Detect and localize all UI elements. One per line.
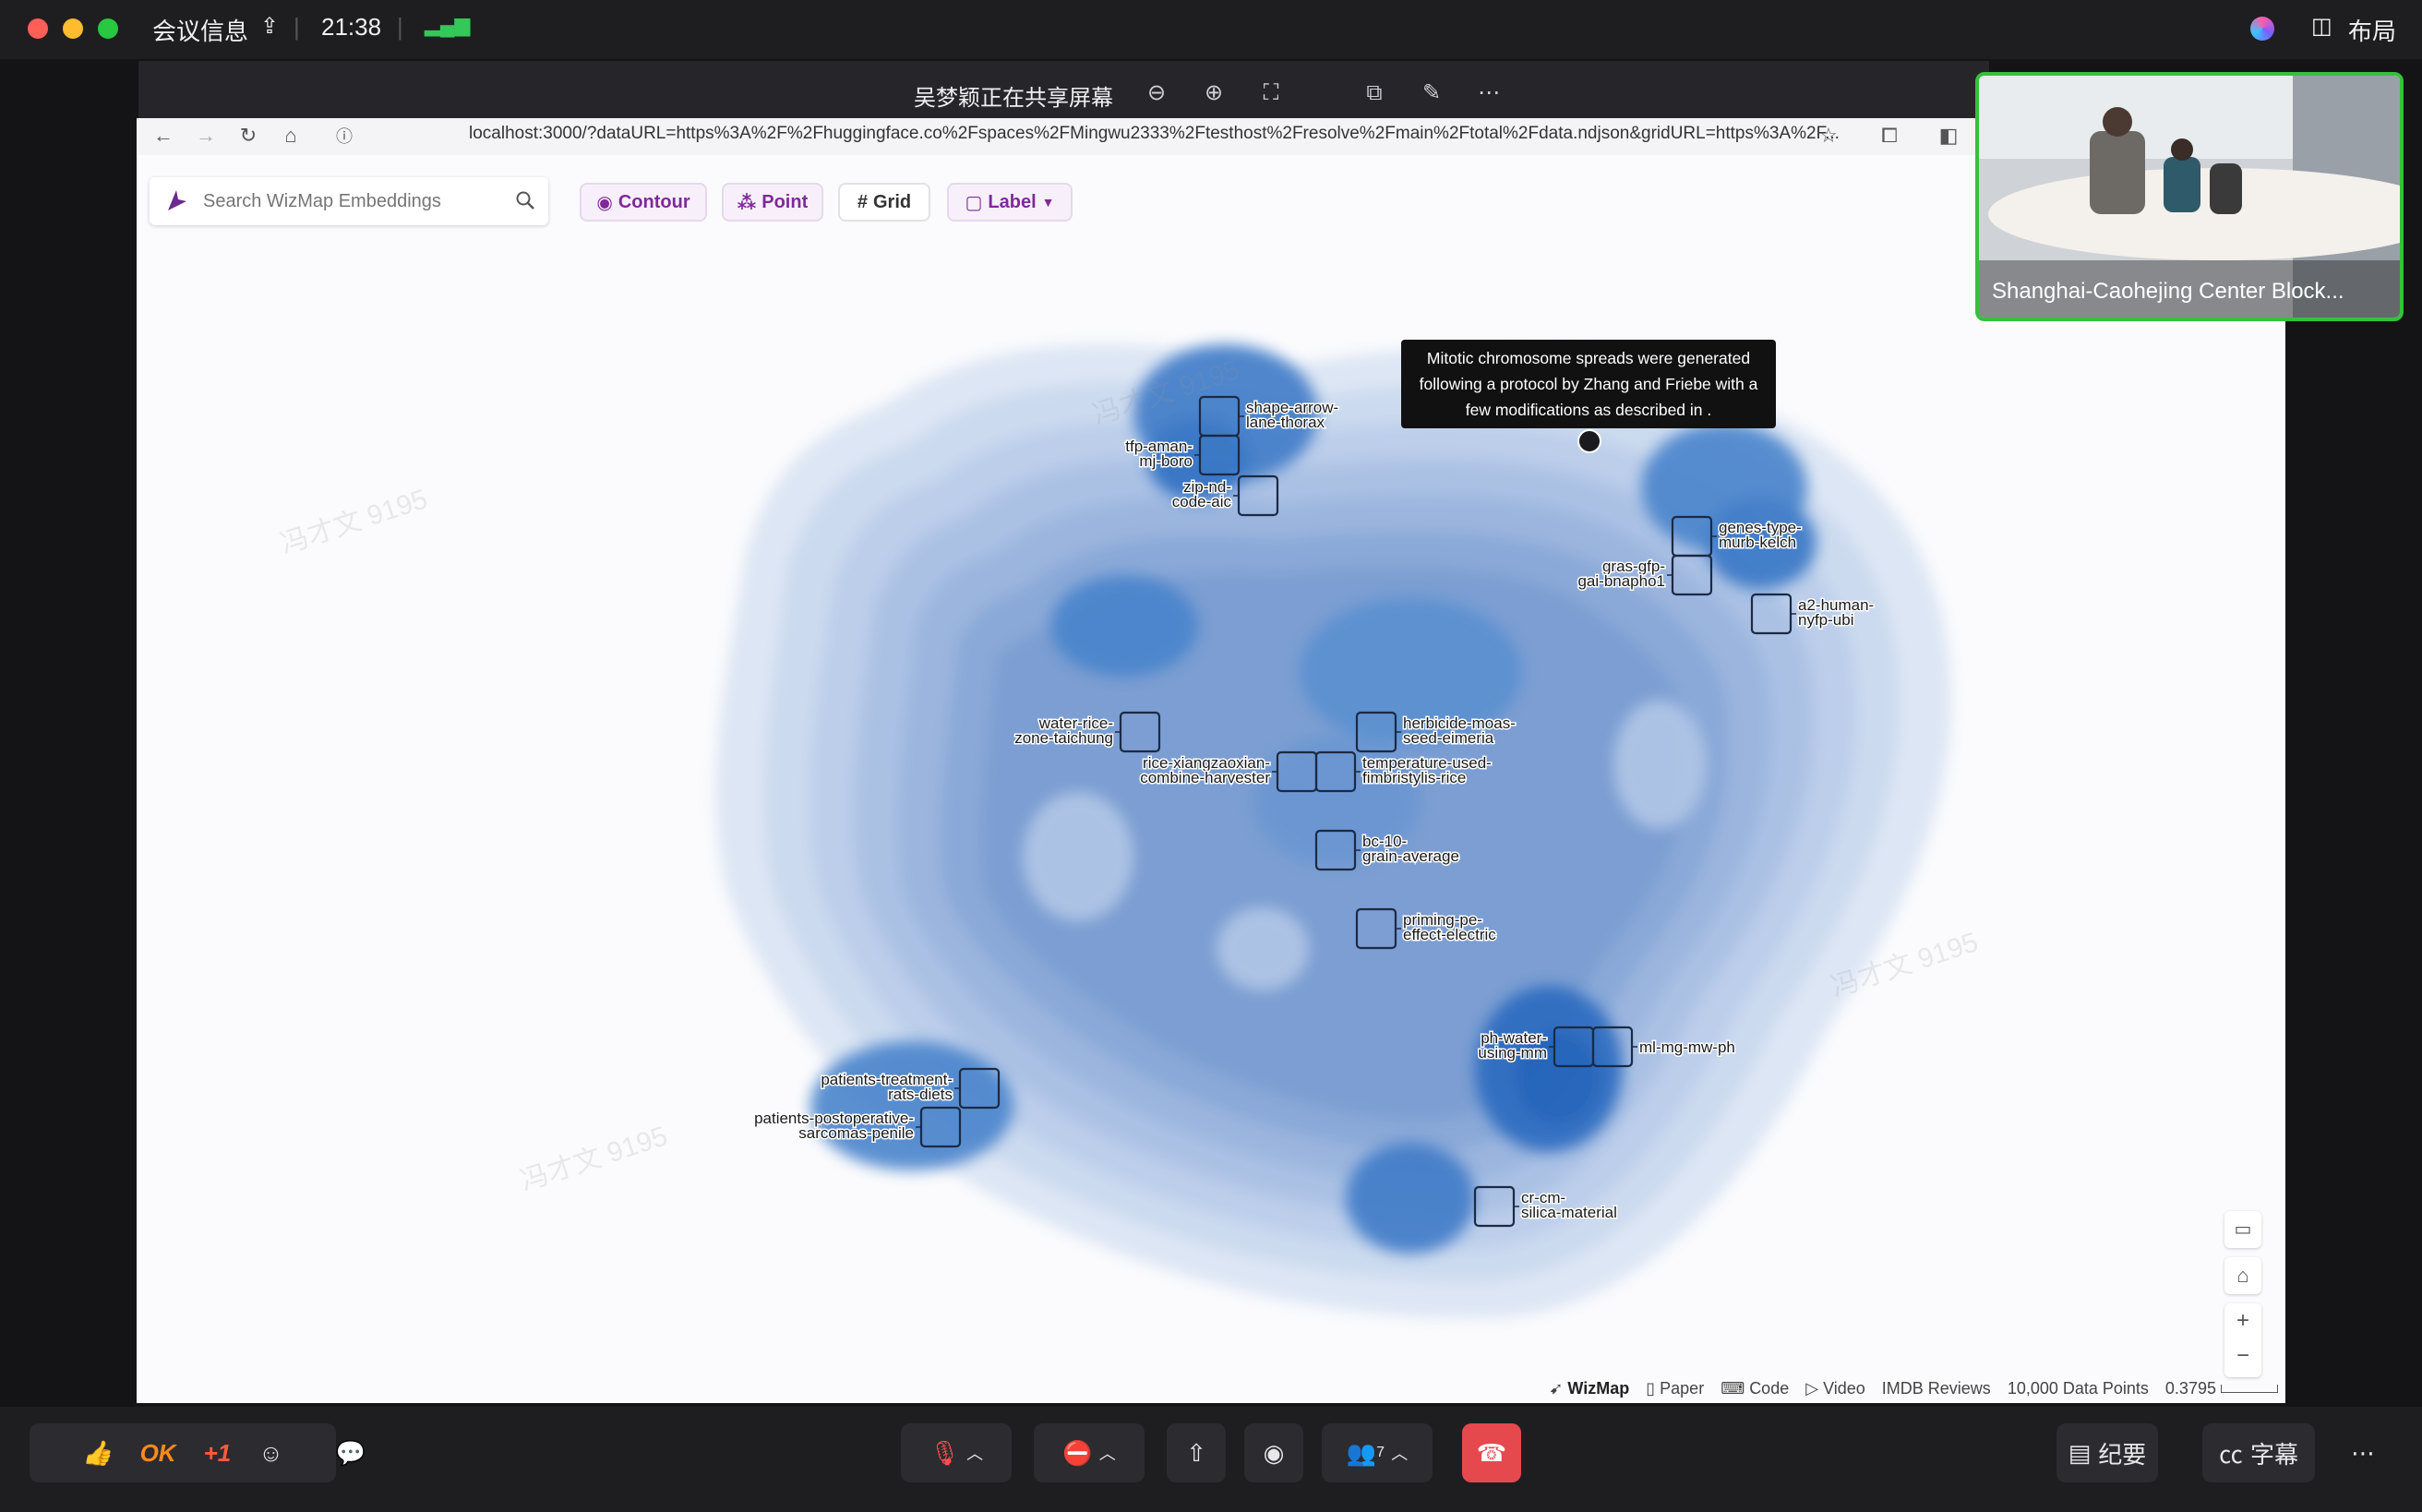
mic-off-icon: 🎙︎ xyxy=(929,1438,960,1467)
more-options-icon[interactable]: ⋯ xyxy=(2333,1423,2392,1482)
contour-icon: ◉ xyxy=(596,192,613,213)
tile-label: patients-postoperative-sarcomas-penile xyxy=(754,1110,914,1142)
bookmark-star-icon[interactable]: ☆ xyxy=(1816,124,1840,148)
dataset-name: IMDB Reviews xyxy=(1881,1378,1991,1398)
captions-icon: ㏄ xyxy=(2218,1440,2243,1469)
search-box[interactable] xyxy=(150,177,548,225)
video-link[interactable]: ▷ Video xyxy=(1805,1379,1865,1398)
url-field[interactable]: localhost:3000/?dataURL=https%3A%2F%2Fhu… xyxy=(469,124,1900,150)
reactions-group: 👍 OK +1 ☺ xyxy=(30,1423,336,1482)
meeting-timer: 21:38 xyxy=(321,13,382,41)
meeting-info-button[interactable]: 会议信息 xyxy=(152,13,248,47)
meeting-control-bar: 👍 OK +1 ☺ 💬 🎙︎ ︿ ⛔ ︿ ⇧ ◉ 👥 7 ︿ ☎ ▤ 纪要 ㏄字幕 … xyxy=(0,1407,2422,1512)
notes-icon: ▤ xyxy=(2068,1438,2092,1467)
hovered-point[interactable] xyxy=(1577,429,1601,453)
zoom-out-button[interactable]: − xyxy=(2224,1338,2261,1374)
chevron-up-icon[interactable]: ︿ xyxy=(966,1441,983,1465)
home-icon[interactable]: ⌂ xyxy=(279,124,303,148)
captions-button[interactable]: ㏄字幕 xyxy=(2202,1423,2315,1482)
chevron-down-icon: ▼ xyxy=(1041,195,1055,210)
chat-icon[interactable]: 💬 xyxy=(316,1423,386,1482)
point-tooltip: Mitotic chromosome spreads were generate… xyxy=(1401,340,1776,428)
thumbs-up-icon[interactable]: 👍 xyxy=(82,1439,112,1468)
participants-button[interactable]: 👥 7 ︿ xyxy=(1322,1423,1433,1482)
notes-button[interactable]: ▤ 纪要 xyxy=(2056,1423,2158,1482)
close-window-button[interactable] xyxy=(28,18,48,39)
zoom-controls: + − xyxy=(2224,1303,2261,1377)
sidebar-toggle-icon[interactable]: ◧ xyxy=(1936,124,1960,148)
forward-icon[interactable]: → xyxy=(194,124,218,148)
point-toggle-button[interactable]: ⁂ Point xyxy=(724,185,821,220)
maximize-window-button[interactable] xyxy=(98,18,118,39)
record-icon[interactable]: ◉ xyxy=(1244,1423,1303,1482)
tile-label: genes-type-murb-kelch xyxy=(1719,519,1802,551)
site-info-icon[interactable]: ⓘ xyxy=(332,124,356,148)
wizmap-canvas[interactable]: shape-arrow-lane-thorax tfp-aman-mj-boro… xyxy=(137,155,2285,1403)
pop-out-icon[interactable]: ⧉ xyxy=(1362,81,1386,105)
grid-toggle-button[interactable]: # Grid xyxy=(840,185,929,220)
fit-screen-icon[interactable]: ⛶ xyxy=(1259,81,1283,105)
contour-map[interactable]: shape-arrow-lane-thorax tfp-aman-mj-boro… xyxy=(137,155,2285,1403)
participant-name: Shanghai-Caohejing Center Block... xyxy=(1992,279,2344,304)
network-signal-icon[interactable]: ▂▄▆ xyxy=(425,13,470,37)
plus-one-reaction[interactable]: +1 xyxy=(204,1439,232,1468)
browser-address-bar: ← → ↻ ⌂ ⓘ localhost:3000/?dataURL=https%… xyxy=(137,118,2285,156)
zoom-in-icon[interactable]: ⊕ xyxy=(1202,81,1226,105)
search-icon[interactable] xyxy=(515,190,535,210)
ok-reaction[interactable]: OK xyxy=(140,1439,176,1468)
ai-assistant-icon[interactable] xyxy=(2250,17,2274,41)
share-banner-text: 吴梦颖正在共享屏幕 xyxy=(914,86,1113,111)
wizmap-footer: ➹ WizMap ▯ Paper ⌨ Code ▷ Video IMDB Rev… xyxy=(1549,1375,2278,1401)
grid-icon: # xyxy=(857,191,868,212)
end-call-icon[interactable]: ☎ xyxy=(1462,1423,1521,1482)
chevron-up-icon[interactable]: ︿ xyxy=(1391,1441,1408,1465)
more-icon[interactable]: ⋯ xyxy=(1477,81,1501,105)
tile-label: rice-xiangzaoxian-combine-harvester xyxy=(1140,754,1270,786)
folder-icon[interactable]: ▭ xyxy=(2224,1211,2261,1248)
reload-icon[interactable]: ↻ xyxy=(236,124,260,148)
back-icon[interactable]: ← xyxy=(151,124,175,148)
annotate-icon[interactable]: ✎ xyxy=(1420,81,1444,105)
paper-link[interactable]: ▯ Paper xyxy=(1646,1379,1704,1398)
mute-mic-button[interactable]: 🎙︎ ︿ xyxy=(901,1423,1012,1482)
contour-toggle-button[interactable]: ◉ Contour xyxy=(582,185,705,220)
participant-count: 7 xyxy=(1376,1445,1385,1460)
tile-label: ml-mg-mw-ph xyxy=(1639,1038,1735,1056)
participant-video-tile[interactable]: Shanghai-Caohejing Center Block... xyxy=(1975,72,2404,321)
data-point-count: 10,000 Data Points xyxy=(2007,1378,2149,1398)
wizmap-logo-icon xyxy=(168,190,186,210)
share-arrow-icon[interactable]: ⇪ xyxy=(260,13,279,40)
wizmap-brand[interactable]: ➹ WizMap xyxy=(1549,1379,1629,1398)
layout-icon[interactable]: ◫ xyxy=(2311,13,2332,40)
layout-button[interactable]: 布局 xyxy=(2348,13,2396,47)
scale-readout: 0.3795 xyxy=(2165,1379,2278,1398)
code-link[interactable]: ⌨ Code xyxy=(1721,1379,1789,1398)
camera-button[interactable]: ⛔ ︿ xyxy=(1034,1423,1145,1482)
minimize-window-button[interactable] xyxy=(63,18,83,39)
share-screen-icon[interactable]: ⇧ xyxy=(1167,1423,1226,1482)
zoom-in-button[interactable]: + xyxy=(2224,1303,2261,1338)
home-view-icon[interactable]: ⌂ xyxy=(2224,1257,2261,1294)
zoom-out-icon[interactable]: ⊖ xyxy=(1145,81,1169,105)
chevron-up-icon[interactable]: ︿ xyxy=(1099,1441,1116,1465)
label-icon: ▢ xyxy=(965,192,983,213)
emoji-icon[interactable]: ☺ xyxy=(258,1439,283,1468)
points-icon: ⁂ xyxy=(737,192,757,213)
search-input[interactable] xyxy=(201,186,510,216)
tile-label: ph-water-using-mm xyxy=(1478,1029,1547,1062)
label-dropdown-button[interactable]: ▢ Label ▼ xyxy=(949,185,1071,220)
participants-icon: 👥 xyxy=(1346,1438,1377,1467)
screen-share-toolbar: 吴梦颖正在共享屏幕 ⊖ ⊕ ⛶ ⧉ ✎ ⋯ xyxy=(138,61,1989,126)
extensions-icon[interactable]: ⧠ xyxy=(1877,124,1901,148)
camera-off-icon: ⛔ xyxy=(1062,1438,1093,1467)
meeting-top-bar: 会议信息 ⇪ | 21:38 | ▂▄▆ ◫ 布局 xyxy=(0,0,2422,59)
